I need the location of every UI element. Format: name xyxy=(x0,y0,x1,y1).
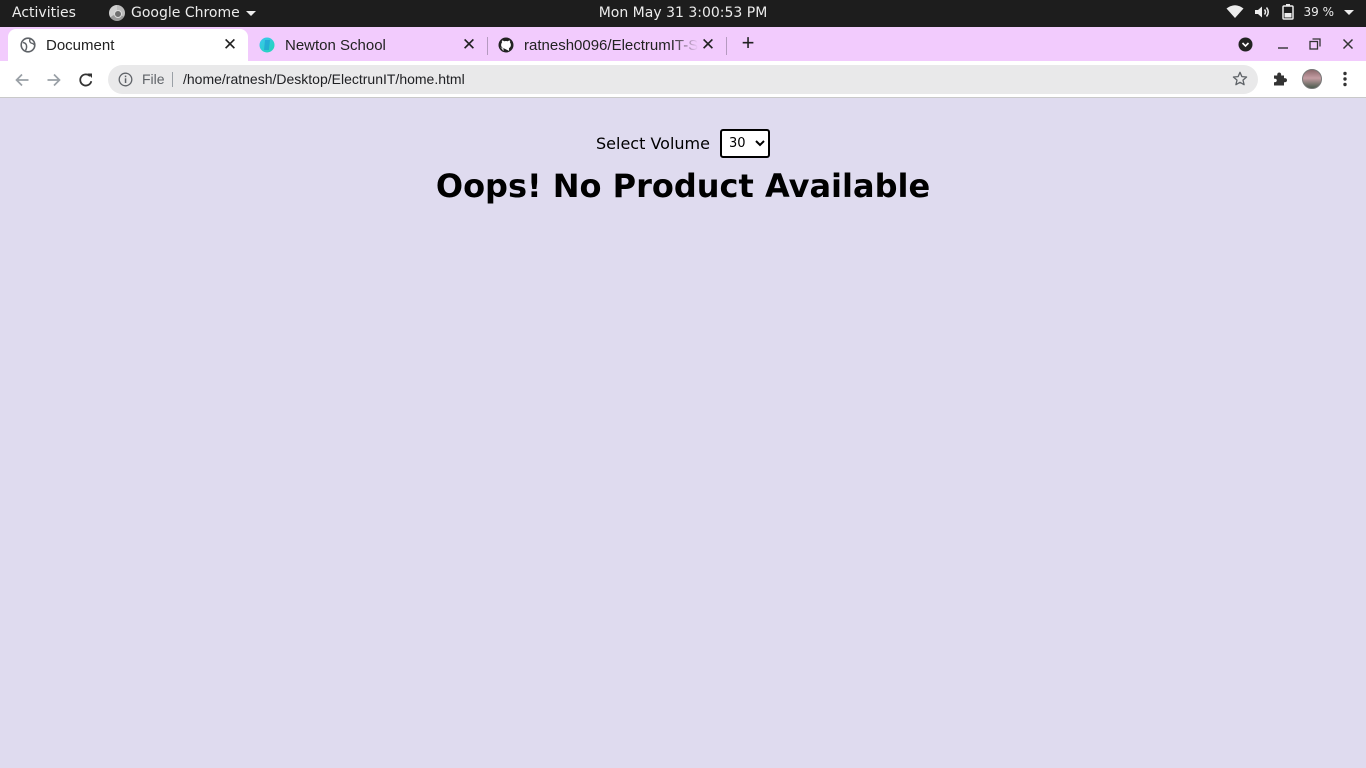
address-bar[interactable]: File /home/ratnesh/Desktop/ElectrunIT/ho… xyxy=(108,65,1258,94)
new-tab-button[interactable]: + xyxy=(736,32,760,55)
volume-select[interactable]: 30 xyxy=(719,129,770,158)
chevron-down-icon xyxy=(1344,9,1354,15)
info-icon[interactable] xyxy=(118,72,133,87)
newton-school-icon xyxy=(259,37,275,53)
address-divider xyxy=(172,72,173,87)
close-window-button[interactable] xyxy=(1336,27,1360,61)
close-tab-icon[interactable]: ✕ xyxy=(698,35,718,55)
globe-icon xyxy=(20,37,36,53)
tab-title: ratnesh0096/ElectrumIT-S xyxy=(524,36,698,54)
chevron-down-icon xyxy=(245,10,256,16)
app-menu[interactable]: Google Chrome xyxy=(109,5,256,21)
wifi-icon xyxy=(1226,5,1243,18)
close-tab-icon[interactable]: ✕ xyxy=(220,35,240,55)
tab-document[interactable]: Document ✕ xyxy=(8,29,248,61)
arrow-left-icon xyxy=(15,73,29,87)
puzzle-icon xyxy=(1274,72,1287,86)
tab-newton-school[interactable]: Newton School ✕ xyxy=(247,29,487,61)
volume-icon xyxy=(1254,6,1269,18)
tab-search-button[interactable] xyxy=(1234,27,1256,61)
forward-button[interactable] xyxy=(41,67,67,93)
battery-icon xyxy=(1281,4,1294,20)
chrome-app-icon xyxy=(109,5,125,21)
minimize-button[interactable] xyxy=(1271,27,1295,61)
avatar xyxy=(1302,69,1322,89)
tab-title: Document xyxy=(46,36,115,54)
back-button[interactable] xyxy=(9,67,35,93)
github-icon xyxy=(498,37,514,53)
extensions-button[interactable] xyxy=(1268,67,1292,91)
url-text[interactable]: /home/ratnesh/Desktop/ElectrunIT/home.ht… xyxy=(183,71,465,87)
browser-toolbar: File /home/ratnesh/Desktop/ElectrunIT/ho… xyxy=(0,61,1366,98)
activities-button[interactable]: Activities xyxy=(12,5,76,21)
restore-icon xyxy=(1309,38,1321,50)
restore-button[interactable] xyxy=(1303,27,1327,61)
app-menu-label: Google Chrome xyxy=(131,5,240,21)
chrome-menu-button[interactable] xyxy=(1333,67,1357,91)
system-status-menu[interactable]: 39 % xyxy=(1226,4,1354,20)
page-content: Select Volume 30 Oops! No Product Availa… xyxy=(0,99,1366,768)
reload-icon xyxy=(79,73,93,87)
tab-title: Newton School xyxy=(285,36,386,54)
more-vertical-icon xyxy=(1343,71,1347,87)
close-tab-icon[interactable]: ✕ xyxy=(459,35,479,55)
bookmark-star-icon[interactable] xyxy=(1232,71,1248,87)
tab-strip: Document ✕ Newton School ✕ ratnesh0096/E… xyxy=(0,27,1366,61)
clock[interactable]: Mon May 31 3:00:53 PM xyxy=(599,5,768,21)
tab-separator xyxy=(726,37,727,55)
volume-selector-row: Select Volume 30 xyxy=(0,129,1366,158)
scheme-label: File xyxy=(142,71,165,87)
reload-button[interactable] xyxy=(73,67,99,93)
system-top-bar: Activities Google Chrome Mon May 31 3:00… xyxy=(0,0,1366,27)
profile-button[interactable] xyxy=(1300,67,1324,91)
no-product-message: Oops! No Product Available xyxy=(435,167,931,205)
tab-search-icon xyxy=(1238,37,1252,51)
battery-percentage: 39 % xyxy=(1303,5,1335,19)
arrow-right-icon xyxy=(47,73,61,87)
close-icon xyxy=(1342,38,1354,50)
minimize-icon xyxy=(1278,47,1288,49)
volume-label: Select Volume xyxy=(596,134,710,153)
tab-github[interactable]: ratnesh0096/ElectrumIT-S ✕ xyxy=(486,29,726,61)
